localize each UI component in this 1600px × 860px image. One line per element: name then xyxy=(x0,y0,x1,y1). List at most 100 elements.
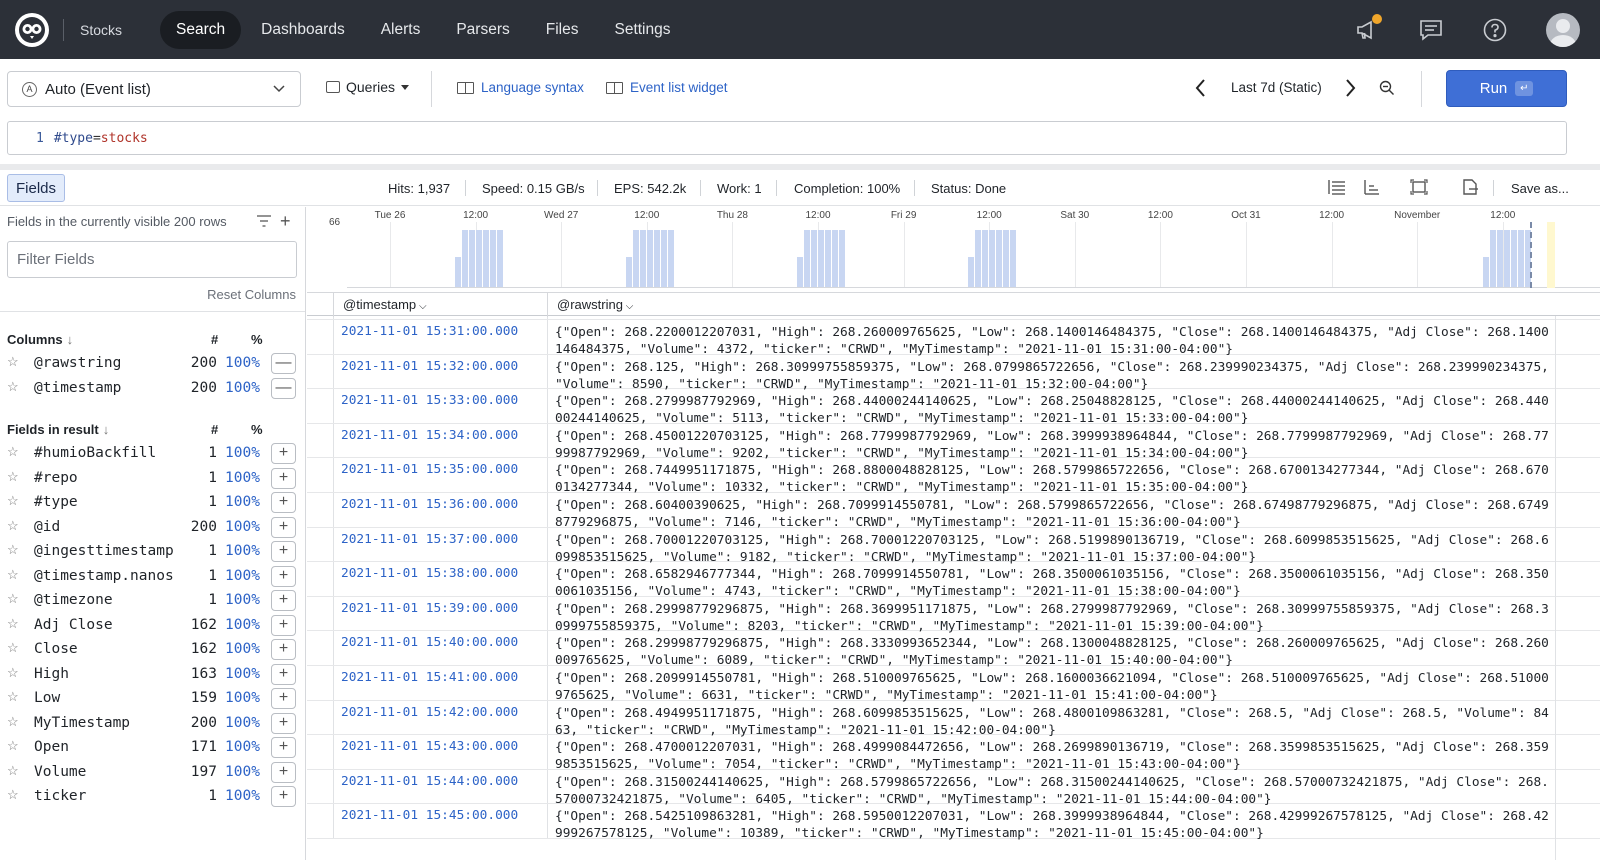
table-row[interactable]: 2021-11-01 15:36:00.000 {"Open": 268.6040… xyxy=(307,493,1600,530)
field-name[interactable]: @timestamp xyxy=(34,380,121,396)
add-column-button[interactable]: + xyxy=(271,467,296,489)
histogram-bar[interactable] xyxy=(825,230,831,287)
field-row[interactable]: ☆ @ingesttimestamp 1 100% + xyxy=(0,540,305,564)
field-row[interactable]: ☆ Open 171 100% + xyxy=(0,736,305,760)
field-name[interactable]: @timezone xyxy=(34,592,113,608)
add-column-button[interactable]: + xyxy=(271,614,296,636)
histogram-bar[interactable] xyxy=(1490,230,1496,287)
list-view-icon[interactable] xyxy=(1328,179,1346,195)
sort-order-icon[interactable] xyxy=(1362,179,1380,195)
field-name[interactable]: @ingesttimestamp xyxy=(34,543,174,559)
field-name[interactable]: Open xyxy=(34,739,69,755)
user-avatar[interactable] xyxy=(1546,12,1580,47)
raw-event[interactable]: {"Open": 268.5425109863281, "High": 268.… xyxy=(555,808,1555,842)
star-icon[interactable]: ☆ xyxy=(7,617,19,630)
field-name[interactable]: Volume xyxy=(34,764,86,780)
messages-icon[interactable] xyxy=(1418,17,1444,43)
widget-mode-select[interactable]: A Auto (Event list) xyxy=(7,71,301,107)
save-as-button[interactable]: Save as... xyxy=(1511,181,1569,196)
raw-event[interactable]: {"Open": 268.2200012207031, "High": 268.… xyxy=(555,324,1555,358)
histogram-bar[interactable] xyxy=(968,257,974,287)
repository-name[interactable]: Stocks xyxy=(80,22,122,38)
fullscreen-icon[interactable] xyxy=(1410,179,1428,195)
histogram-bar[interactable] xyxy=(996,230,1002,287)
event-timestamp[interactable]: 2021-11-01 15:36:00.000 xyxy=(341,497,518,512)
table-row[interactable]: 2021-11-01 15:45:00.000 {"Open": 268.5425… xyxy=(307,804,1600,842)
chevron-right-icon[interactable] xyxy=(1342,77,1358,99)
table-row[interactable]: 2021-11-01 15:33:00.000 {"Open": 268.2799… xyxy=(307,389,1600,427)
raw-event[interactable]: {"Open": 268.45001220703125, "High": 268… xyxy=(555,428,1555,462)
field-row[interactable]: ☆ @id 200 100% + xyxy=(0,516,305,540)
field-row[interactable]: ☆ Volume 197 100% + xyxy=(0,761,305,785)
fields-panel-toggle[interactable]: Fields xyxy=(7,174,65,202)
announcements-megaphone-icon[interactable] xyxy=(1354,13,1382,43)
remove-column-button[interactable]: — xyxy=(271,377,296,399)
star-icon[interactable]: ☆ xyxy=(7,380,19,393)
table-row[interactable]: 2021-11-01 15:34:00.000 {"Open": 268.4500… xyxy=(307,423,1600,462)
help-icon[interactable] xyxy=(1482,17,1508,43)
raw-event[interactable]: {"Open": 268.29998779296875, "High": 268… xyxy=(555,601,1555,635)
event-list-widget-link[interactable]: Event list widget xyxy=(606,80,728,95)
field-row[interactable]: ☆ Low 159 100% + xyxy=(0,687,305,711)
event-timestamp[interactable]: 2021-11-01 15:34:00.000 xyxy=(341,428,518,443)
star-icon[interactable]: ☆ xyxy=(7,666,19,679)
field-name[interactable]: ticker xyxy=(34,788,86,804)
table-row[interactable]: 2021-11-01 15:43:00.000 {"Open": 268.4700… xyxy=(307,735,1600,773)
histogram-bar[interactable] xyxy=(1504,230,1510,287)
filter-fields-input[interactable] xyxy=(7,241,297,278)
add-column-button[interactable]: + xyxy=(271,663,296,685)
star-icon[interactable]: ☆ xyxy=(7,568,19,581)
raw-event[interactable]: {"Open": 268.2799987792969, "High": 268.… xyxy=(555,393,1555,427)
star-icon[interactable]: ☆ xyxy=(7,470,19,483)
star-icon[interactable]: ☆ xyxy=(7,739,19,752)
field-row[interactable]: ☆ Close 162 100% + xyxy=(0,638,305,662)
event-histogram[interactable]: 66 Tue 26 12:00 Wed 27 12:00 Thu 28 12:00 Fri … xyxy=(307,207,1600,291)
add-column-button[interactable]: + xyxy=(271,590,296,611)
table-scrollbar-track[interactable] xyxy=(1555,316,1556,860)
field-row[interactable]: ☆ @timestamp.nanos 1 100% + xyxy=(0,565,305,589)
event-timestamp[interactable]: 2021-11-01 15:31:00.000 xyxy=(341,324,518,339)
field-row[interactable]: ☆ #type 1 100% + xyxy=(0,491,305,515)
histogram-bar[interactable] xyxy=(832,230,838,287)
fields-in-result-header[interactable]: Fields in result ↓ xyxy=(7,422,109,437)
histogram-bar[interactable] xyxy=(455,257,461,287)
nav-parsers[interactable]: Parsers xyxy=(440,11,525,49)
histogram-bar[interactable] xyxy=(1518,230,1524,287)
field-row[interactable]: ☆ #humioBackfill 1 100% + xyxy=(0,442,305,466)
histogram-bar[interactable] xyxy=(654,230,660,287)
star-icon[interactable]: ☆ xyxy=(7,715,19,728)
table-row[interactable]: 2021-11-01 15:31:00.000 {"Open": 268.2200… xyxy=(307,320,1600,358)
add-field-icon[interactable]: + xyxy=(280,211,291,232)
field-name[interactable]: @id xyxy=(34,519,60,535)
table-row[interactable]: 2021-11-01 15:44:00.000 {"Open": 268.3150… xyxy=(307,769,1600,807)
time-range-selector[interactable]: Last 7d (Static) xyxy=(1231,80,1322,95)
field-name[interactable]: @timestamp.nanos xyxy=(34,568,174,584)
field-name[interactable]: #repo xyxy=(34,470,78,486)
histogram-bar[interactable] xyxy=(469,230,475,287)
field-name[interactable]: #humioBackfill xyxy=(34,445,156,461)
histogram-bar[interactable] xyxy=(483,230,489,287)
nav-alerts[interactable]: Alerts xyxy=(365,11,437,49)
table-row[interactable]: 2021-11-01 15:35:00.000 {"Open": 268.7449… xyxy=(307,458,1600,495)
field-name[interactable]: Low xyxy=(34,690,60,706)
star-icon[interactable]: ☆ xyxy=(7,543,19,556)
add-column-button[interactable]: + xyxy=(271,516,296,538)
field-row[interactable]: ☆ Adj Close 162 100% + xyxy=(0,614,305,638)
histogram-bar[interactable] xyxy=(839,230,845,287)
histogram-bar[interactable] xyxy=(626,257,632,287)
raw-event[interactable]: {"Open": 268.2099914550781, "High": 268.… xyxy=(555,670,1555,704)
add-column-button[interactable]: + xyxy=(271,761,296,783)
histogram-bar[interactable] xyxy=(490,230,496,287)
add-column-button[interactable]: + xyxy=(271,737,296,758)
raw-event[interactable]: {"Open": 268.4700012207031, "High": 268.… xyxy=(555,739,1555,773)
language-syntax-link[interactable]: Language syntax xyxy=(457,80,584,95)
star-icon[interactable]: ☆ xyxy=(7,641,19,654)
histogram-bar[interactable] xyxy=(1483,257,1489,287)
raw-event[interactable]: {"Open": 268.70001220703125, "High": 268… xyxy=(555,532,1555,566)
add-column-button[interactable]: + xyxy=(271,688,296,709)
field-name[interactable]: High xyxy=(34,666,69,682)
histogram-bar[interactable] xyxy=(462,230,468,287)
chevron-left-icon[interactable] xyxy=(1193,77,1209,99)
table-row[interactable]: 2021-11-01 15:38:00.000 {"Open": 268.6582… xyxy=(307,562,1600,599)
filter-lines-icon[interactable] xyxy=(256,215,272,227)
